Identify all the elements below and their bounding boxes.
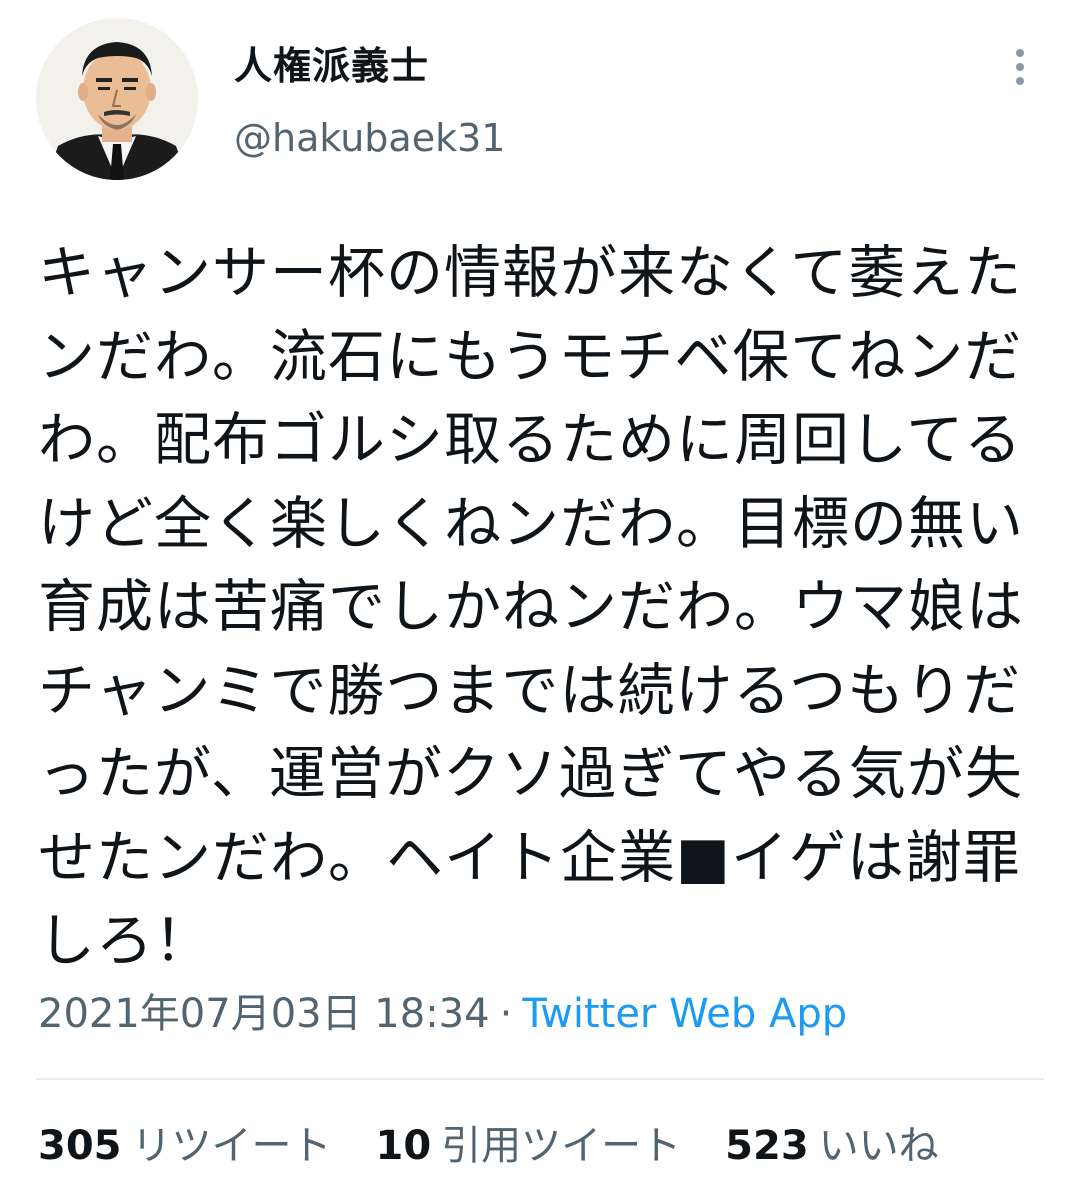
tweet-text: キャンサー杯の情報が来なくて萎えたンだわ。流石にもうモチベ保てねンだわ。配布ゴル… [38, 240, 1024, 974]
likes-count: 523 [725, 1123, 809, 1169]
quotes-label: 引用ツイート [441, 1123, 682, 1169]
retweets-label: リツイート [131, 1123, 332, 1169]
user-handle[interactable]: @hakubaek31 [234, 114, 505, 162]
avatar[interactable] [36, 18, 198, 180]
tweet-source-link[interactable]: Twitter Web App [522, 991, 847, 1037]
avatar-illustration [36, 18, 198, 180]
quotes-stat[interactable]: 10 引用ツイート [376, 1120, 682, 1172]
engagement-stats: 305 リツイート 10 引用ツイート 523 いいね [38, 1120, 939, 1172]
likes-stat[interactable]: 523 いいね [725, 1120, 939, 1172]
tweet-meta: 2021年07月03日 18:34 · Twitter Web App [38, 988, 847, 1040]
quotes-count: 10 [375, 1123, 432, 1169]
more-dot [1016, 77, 1024, 85]
meta-separator: · [499, 991, 513, 1037]
divider [36, 1078, 1044, 1080]
more-dot [1016, 63, 1024, 71]
more-dot [1016, 49, 1024, 57]
tweet-timestamp[interactable]: 2021年07月03日 18:34 [38, 991, 490, 1037]
retweets-count: 305 [38, 1123, 122, 1169]
likes-label: いいね [818, 1123, 939, 1169]
display-name[interactable]: 人権派義士 [234, 42, 429, 90]
retweets-stat[interactable]: 305 リツイート [38, 1120, 332, 1172]
more-vertical-icon[interactable] [1000, 42, 1040, 92]
